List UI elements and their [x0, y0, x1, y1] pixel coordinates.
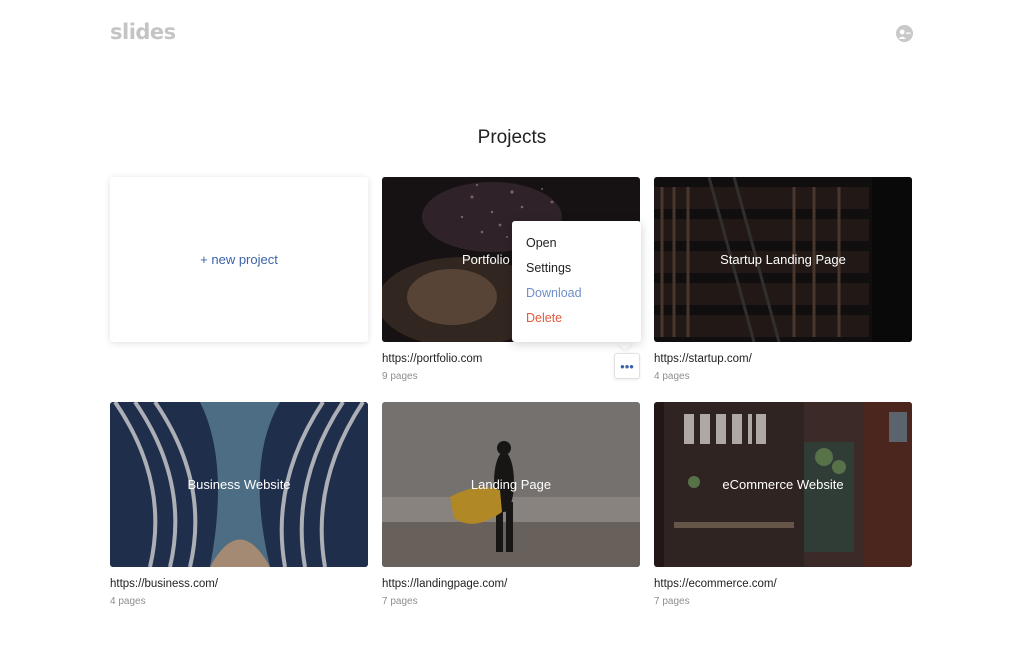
project-title: Startup Landing Page — [720, 252, 846, 267]
project-url: https://portfolio.com — [382, 353, 483, 365]
project-page-count: 7 pages — [654, 596, 690, 607]
app-logo[interactable]: slides — [110, 20, 176, 44]
project-card-landing[interactable]: Landing Page — [382, 402, 640, 567]
more-options-button[interactable]: ••• — [614, 353, 640, 379]
project-title: eCommerce Website — [722, 477, 844, 492]
project-page-count: 7 pages — [382, 596, 418, 607]
project-url: https://landingpage.com/ — [382, 578, 508, 590]
project-card-startup[interactable]: Startup Landing Page — [654, 177, 912, 342]
user-avatar-icon[interactable] — [896, 25, 913, 42]
menu-item-download[interactable]: Download — [512, 283, 641, 308]
project-page-count: 9 pages — [382, 371, 418, 382]
more-dots-icon: ••• — [620, 358, 634, 374]
menu-item-open[interactable]: Open — [512, 233, 641, 258]
project-context-menu: Open Settings Download Delete — [512, 221, 641, 342]
menu-item-settings[interactable]: Settings — [512, 258, 641, 283]
project-page-count: 4 pages — [654, 371, 690, 382]
project-page-count: 4 pages — [110, 596, 146, 607]
project-url: https://startup.com/ — [654, 353, 752, 365]
project-card-business[interactable]: Business Website — [110, 402, 368, 567]
page-title: Projects — [477, 126, 547, 148]
project-title: Landing Page — [470, 477, 552, 492]
new-project-label[interactable]: + new project — [200, 252, 278, 267]
project-url: https://business.com/ — [110, 578, 219, 590]
project-url: https://ecommerce.com/ — [654, 578, 777, 590]
project-title: Business Website — [187, 477, 291, 492]
project-card-ecommerce[interactable]: eCommerce Website — [654, 402, 912, 567]
new-project-card[interactable]: + new project — [110, 177, 368, 342]
menu-item-delete[interactable]: Delete — [512, 308, 641, 333]
